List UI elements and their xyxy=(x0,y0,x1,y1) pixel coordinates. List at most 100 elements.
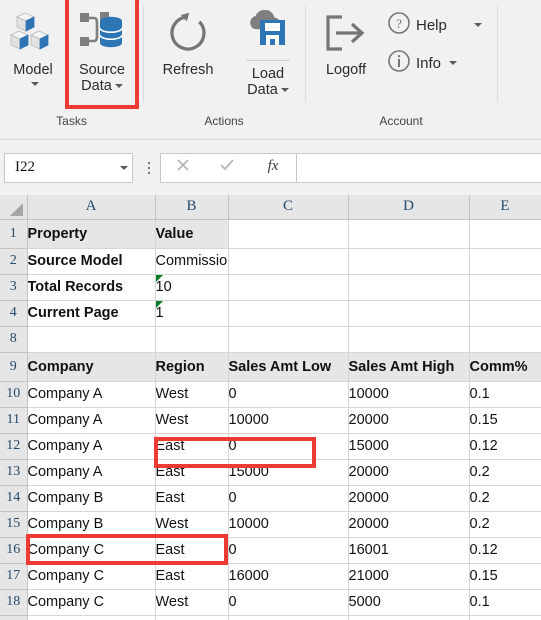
row-header[interactable]: 15 xyxy=(0,511,28,538)
cell-D2[interactable] xyxy=(348,248,470,275)
cell-C12[interactable]: 0 xyxy=(228,433,349,460)
cell-B3[interactable]: 10 xyxy=(155,274,229,301)
cell-B14[interactable]: East xyxy=(155,485,229,512)
cell-B8[interactable] xyxy=(155,326,229,353)
cell-D10[interactable]: 10000 xyxy=(348,381,470,408)
cell-D18[interactable]: 5000 xyxy=(348,589,470,616)
source-data-chevron-down-icon[interactable] xyxy=(114,84,123,89)
cell-B17[interactable]: East xyxy=(155,563,229,590)
cell-E17[interactable]: 0.15 xyxy=(469,563,541,590)
cell-B13[interactable]: East xyxy=(155,459,229,486)
row-header[interactable]: 18 xyxy=(0,589,28,616)
cell-E14[interactable]: 0.2 xyxy=(469,485,541,512)
cell-B11[interactable]: West xyxy=(155,407,229,434)
cell-E2[interactable] xyxy=(469,248,541,275)
cell-B19[interactable]: West xyxy=(155,615,229,620)
refresh-button[interactable]: Refresh xyxy=(155,0,221,105)
cell-D11[interactable]: 20000 xyxy=(348,407,470,434)
column-header-b[interactable]: B xyxy=(155,195,229,220)
cell-D8[interactable] xyxy=(348,326,470,353)
cell-C17[interactable]: 16000 xyxy=(228,563,349,590)
cell-B4[interactable]: 1 xyxy=(155,300,229,327)
cell-D1[interactable] xyxy=(348,219,470,249)
formula-input[interactable] xyxy=(297,152,541,183)
cell-B2[interactable]: Commission Ranges xyxy=(155,248,229,275)
cell-E3[interactable] xyxy=(469,274,541,301)
cell-D12[interactable]: 15000 xyxy=(348,433,470,460)
logoff-button[interactable]: Logoff xyxy=(313,0,379,105)
cell-E12[interactable]: 0.12 xyxy=(469,433,541,460)
formula-bar-grip[interactable] xyxy=(142,161,156,174)
cell-D16[interactable]: 16001 xyxy=(348,537,470,564)
load-data-button[interactable]: Load Data xyxy=(235,0,301,105)
cell-C14[interactable]: 0 xyxy=(228,485,349,512)
cell-C1[interactable] xyxy=(228,219,349,249)
row-header[interactable]: 2 xyxy=(0,248,28,275)
cancel-x-icon[interactable] xyxy=(173,155,193,180)
cell-C11[interactable]: 10000 xyxy=(228,407,349,434)
cell-D17[interactable]: 21000 xyxy=(348,563,470,590)
row-header[interactable]: 11 xyxy=(0,407,28,434)
help-chevron-down-icon[interactable] xyxy=(473,23,482,27)
cell-A8[interactable] xyxy=(27,326,156,353)
cell-C3[interactable] xyxy=(228,274,349,301)
cell-B9[interactable]: Region xyxy=(155,352,229,382)
cell-E10[interactable]: 0.1 xyxy=(469,381,541,408)
column-header-a[interactable]: A xyxy=(27,195,156,220)
cell-C13[interactable]: 15000 xyxy=(228,459,349,486)
cell-E18[interactable]: 0.1 xyxy=(469,589,541,616)
cell-E4[interactable] xyxy=(469,300,541,327)
cell-A17[interactable]: Company C xyxy=(27,563,156,590)
cell-D19[interactable]: 10000 xyxy=(348,615,470,620)
row-header[interactable]: 8 xyxy=(0,326,28,353)
cell-A16[interactable]: Company C xyxy=(27,537,156,564)
cell-A11[interactable]: Company A xyxy=(27,407,156,434)
cell-C8[interactable] xyxy=(228,326,349,353)
cell-D15[interactable]: 20000 xyxy=(348,511,470,538)
info-button[interactable]: Info xyxy=(387,48,482,78)
cell-B1[interactable]: Value xyxy=(155,219,229,249)
info-chevron-down-icon[interactable] xyxy=(449,61,458,65)
cell-D14[interactable]: 20000 xyxy=(348,485,470,512)
cell-A19[interactable]: Company C xyxy=(27,615,156,620)
cell-C9[interactable]: Sales Amt Low xyxy=(228,352,349,382)
cell-D9[interactable]: Sales Amt High xyxy=(348,352,470,382)
cell-C19[interactable]: 6000 xyxy=(228,615,349,620)
cell-E11[interactable]: 0.15 xyxy=(469,407,541,434)
cell-A14[interactable]: Company B xyxy=(27,485,156,512)
row-header[interactable]: 14 xyxy=(0,485,28,512)
cell-C10[interactable]: 0 xyxy=(228,381,349,408)
source-data-button[interactable]: Source Data xyxy=(65,0,139,109)
select-all-corner[interactable] xyxy=(0,195,28,220)
row-header[interactable]: 1 xyxy=(0,219,28,249)
cell-B15[interactable]: West xyxy=(155,511,229,538)
cell-B12[interactable]: East xyxy=(155,433,229,460)
cell-A13[interactable]: Company A xyxy=(27,459,156,486)
cell-E16[interactable]: 0.12 xyxy=(469,537,541,564)
row-header[interactable]: 17 xyxy=(0,563,28,590)
cell-B10[interactable]: West xyxy=(155,381,229,408)
name-box-chevron-down-icon[interactable] xyxy=(120,165,128,170)
cell-A10[interactable]: Company A xyxy=(27,381,156,408)
model-chevron-down-icon[interactable] xyxy=(30,82,39,86)
row-header[interactable]: 16 xyxy=(0,537,28,564)
load-data-chevron-down-icon[interactable] xyxy=(280,88,289,93)
row-header[interactable]: 9 xyxy=(0,352,28,382)
model-button[interactable]: Model xyxy=(0,0,66,105)
confirm-check-icon[interactable] xyxy=(217,155,237,180)
cell-D3[interactable] xyxy=(348,274,470,301)
cell-A4[interactable]: Current Page xyxy=(27,300,156,327)
row-header[interactable]: 3 xyxy=(0,274,28,301)
cell-E9[interactable]: Comm% xyxy=(469,352,541,382)
cell-B16[interactable]: East xyxy=(155,537,229,564)
name-box[interactable]: I22 xyxy=(4,152,133,183)
cell-D4[interactable] xyxy=(348,300,470,327)
cell-C18[interactable]: 0 xyxy=(228,589,349,616)
cell-A15[interactable]: Company B xyxy=(27,511,156,538)
row-header[interactable]: 19 xyxy=(0,615,28,620)
column-header-c[interactable]: C xyxy=(228,195,349,220)
cell-C2[interactable] xyxy=(228,248,349,275)
cell-A1[interactable]: Property xyxy=(27,219,156,249)
row-header[interactable]: 4 xyxy=(0,300,28,327)
cell-E1[interactable] xyxy=(469,219,541,249)
